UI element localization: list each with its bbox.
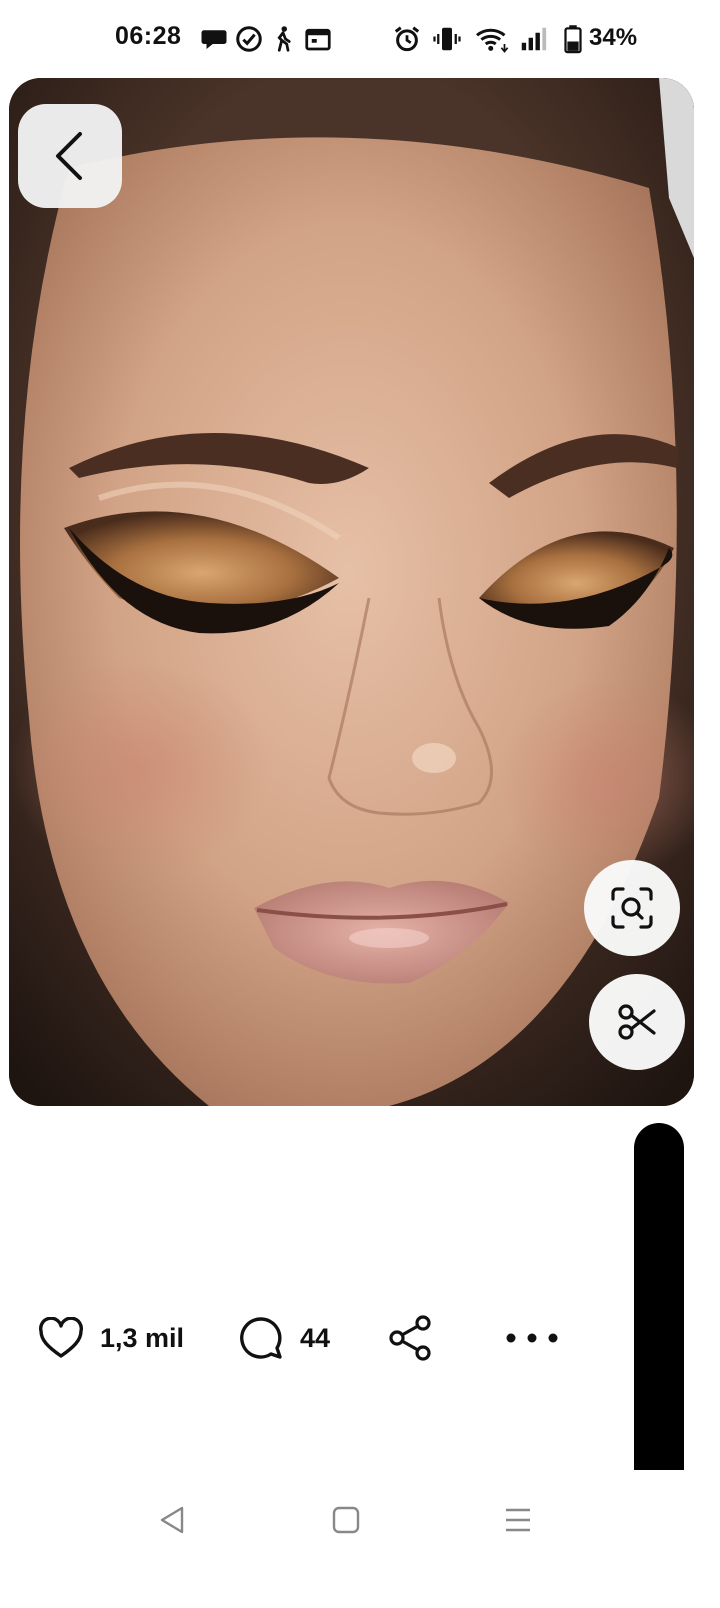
visual-search-icon [611,887,653,929]
comment-count: 44 [300,1322,331,1353]
nav-home-icon[interactable] [326,1500,366,1540]
battery-icon [564,25,582,54]
vibrate-icon [433,27,461,51]
check-circle-icon [236,26,262,52]
scroll-handle[interactable] [634,1123,684,1470]
comment-group[interactable]: 44 [238,1310,330,1366]
like-group[interactable]: 1,3 mil [38,1310,184,1366]
more-options-button[interactable] [500,1318,564,1358]
battery-percent: 34% [589,24,638,51]
nav-recents-icon[interactable] [498,1500,538,1540]
signal-icon [521,27,547,51]
back-button[interactable] [18,104,122,208]
scissors-icon [618,1004,656,1040]
walking-icon [277,26,291,52]
cutout-button[interactable] [589,974,685,1070]
status-time: 06:28 [115,22,182,50]
heart-icon[interactable] [38,1317,84,1359]
comment-icon[interactable] [238,1315,284,1361]
nav-back-icon[interactable] [152,1500,192,1540]
like-count: 1,3 mil [100,1322,185,1353]
more-dots-icon [506,1333,558,1343]
alarm-icon [394,26,420,52]
visual-search-button[interactable] [584,860,680,956]
makeup-face-image [9,78,694,1106]
pin-image[interactable] [9,78,694,1106]
status-bar: 06:28 34% [0,0,720,80]
chat-bubble-icon [201,30,227,49]
calendar-icon [305,28,331,51]
wifi-icon [476,28,509,53]
chevron-left-icon [56,132,82,180]
share-icon[interactable] [385,1312,437,1364]
